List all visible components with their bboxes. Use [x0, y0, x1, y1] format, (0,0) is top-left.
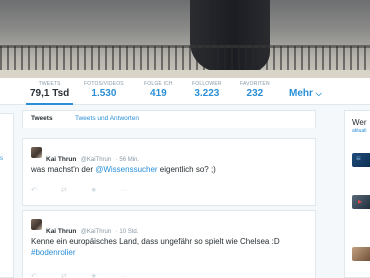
more-dropdown[interactable]: Mehr ⌵ [289, 88, 322, 99]
suggested-account-avatar[interactable] [352, 195, 370, 209]
stat-value: 79,1 Tsd [30, 88, 70, 99]
retweet-icon[interactable]: ⇄ [61, 186, 67, 194]
favorite-star-icon[interactable]: ★ [91, 186, 97, 194]
stat-label: FAVORITEN [240, 81, 270, 87]
tweet-author-handle[interactable]: @KaiThrun [81, 229, 111, 235]
chevron-down-icon: ⌵ [315, 89, 322, 98]
tweet-actions: ↶ ⇄ ★ ··· [31, 186, 150, 194]
suggested-account-avatar[interactable] [352, 247, 370, 261]
stat-value: 232 [246, 88, 264, 99]
favorite-star-icon[interactable]: ★ [91, 272, 97, 278]
tweet-text: Kenne ein europäisches Land, dass ungefä… [31, 236, 311, 258]
timeline: Tweets Tweets und Antworten Kai Thrun @K… [22, 110, 316, 278]
tweet-text: was machst'n der @Wissenssucher eigentli… [31, 164, 311, 175]
stat-photos-videos[interactable]: FOTOS/VIDEOS 1.530 [84, 81, 124, 99]
who-to-follow-card: Wer aktuali [344, 110, 370, 278]
retweet-icon[interactable]: ⇄ [61, 272, 67, 278]
tweet-text-after: eigentlich so? ;) [157, 165, 216, 174]
stat-value: 3.223 [194, 88, 220, 99]
header-railing [0, 46, 370, 72]
suggested-account-avatar[interactable] [352, 153, 370, 167]
tweet-text-before: was machst'n der [31, 165, 96, 174]
more-label: Mehr [289, 88, 313, 99]
stat-label: FOLLOWER [192, 81, 222, 87]
tweet-card[interactable]: Kai Thrun @KaiThrun · 56 Min. was machst… [22, 138, 316, 206]
tweet-timestamp[interactable]: · 56 Min. [116, 157, 139, 163]
avatar[interactable] [31, 219, 42, 230]
refresh-link[interactable]: aktuali [352, 128, 366, 134]
tab-tweets[interactable]: Tweets [31, 115, 53, 122]
profile-nav: TWEETS 79,1 Tsd FOTOS/VIDEOS 1.530 FOLGE… [0, 78, 370, 105]
tweet-author-handle[interactable]: @KaiThrun [81, 157, 111, 163]
stat-label: TWEETS [38, 81, 61, 87]
tweet-card[interactable]: Kai Thrun @KaiThrun · 10 Std. Kenne ein … [22, 210, 316, 278]
profile-header-image [0, 0, 370, 78]
tweet-text-body: Kenne ein europäisches Land, dass ungefä… [31, 237, 280, 246]
stat-tweets[interactable]: TWEETS 79,1 Tsd [25, 81, 74, 105]
more-dots-icon[interactable]: ··· [121, 187, 128, 194]
timeline-tabs: Tweets Tweets und Antworten [22, 110, 316, 128]
stat-favorites[interactable]: FAVORITEN 232 [240, 81, 270, 99]
who-to-follow-title: Wer [352, 118, 367, 127]
left-sidebar-card [0, 113, 14, 278]
avatar[interactable] [31, 147, 42, 158]
tweet-hashtag-link[interactable]: #bodenrolier [31, 247, 311, 258]
tweet-author-name[interactable]: Kai Thrun [46, 228, 76, 235]
stat-label: FOTOS/VIDEOS [84, 81, 124, 87]
tweet-author-name[interactable]: Kai Thrun [46, 156, 76, 163]
header-ground [0, 70, 370, 78]
stat-followers[interactable]: FOLLOWER 3.223 [192, 81, 222, 99]
left-sidebar-fragment: s [0, 156, 3, 162]
stat-label: FOLGE ICH [144, 81, 173, 87]
tab-tweets-and-replies[interactable]: Tweets und Antworten [75, 115, 139, 122]
tweet-actions: ↶ ⇄ ★ ··· [31, 272, 150, 278]
stat-value: 419 [150, 88, 167, 99]
tweet-mention-link[interactable]: @Wissenssucher [95, 165, 157, 174]
reply-icon[interactable]: ↶ [31, 186, 37, 194]
reply-icon[interactable]: ↶ [31, 272, 37, 278]
tweet-timestamp[interactable]: · 10 Std. [116, 229, 139, 235]
stat-value: 1.530 [91, 88, 117, 99]
more-dots-icon[interactable]: ··· [121, 273, 128, 278]
stat-following[interactable]: FOLGE ICH 419 [144, 81, 173, 99]
